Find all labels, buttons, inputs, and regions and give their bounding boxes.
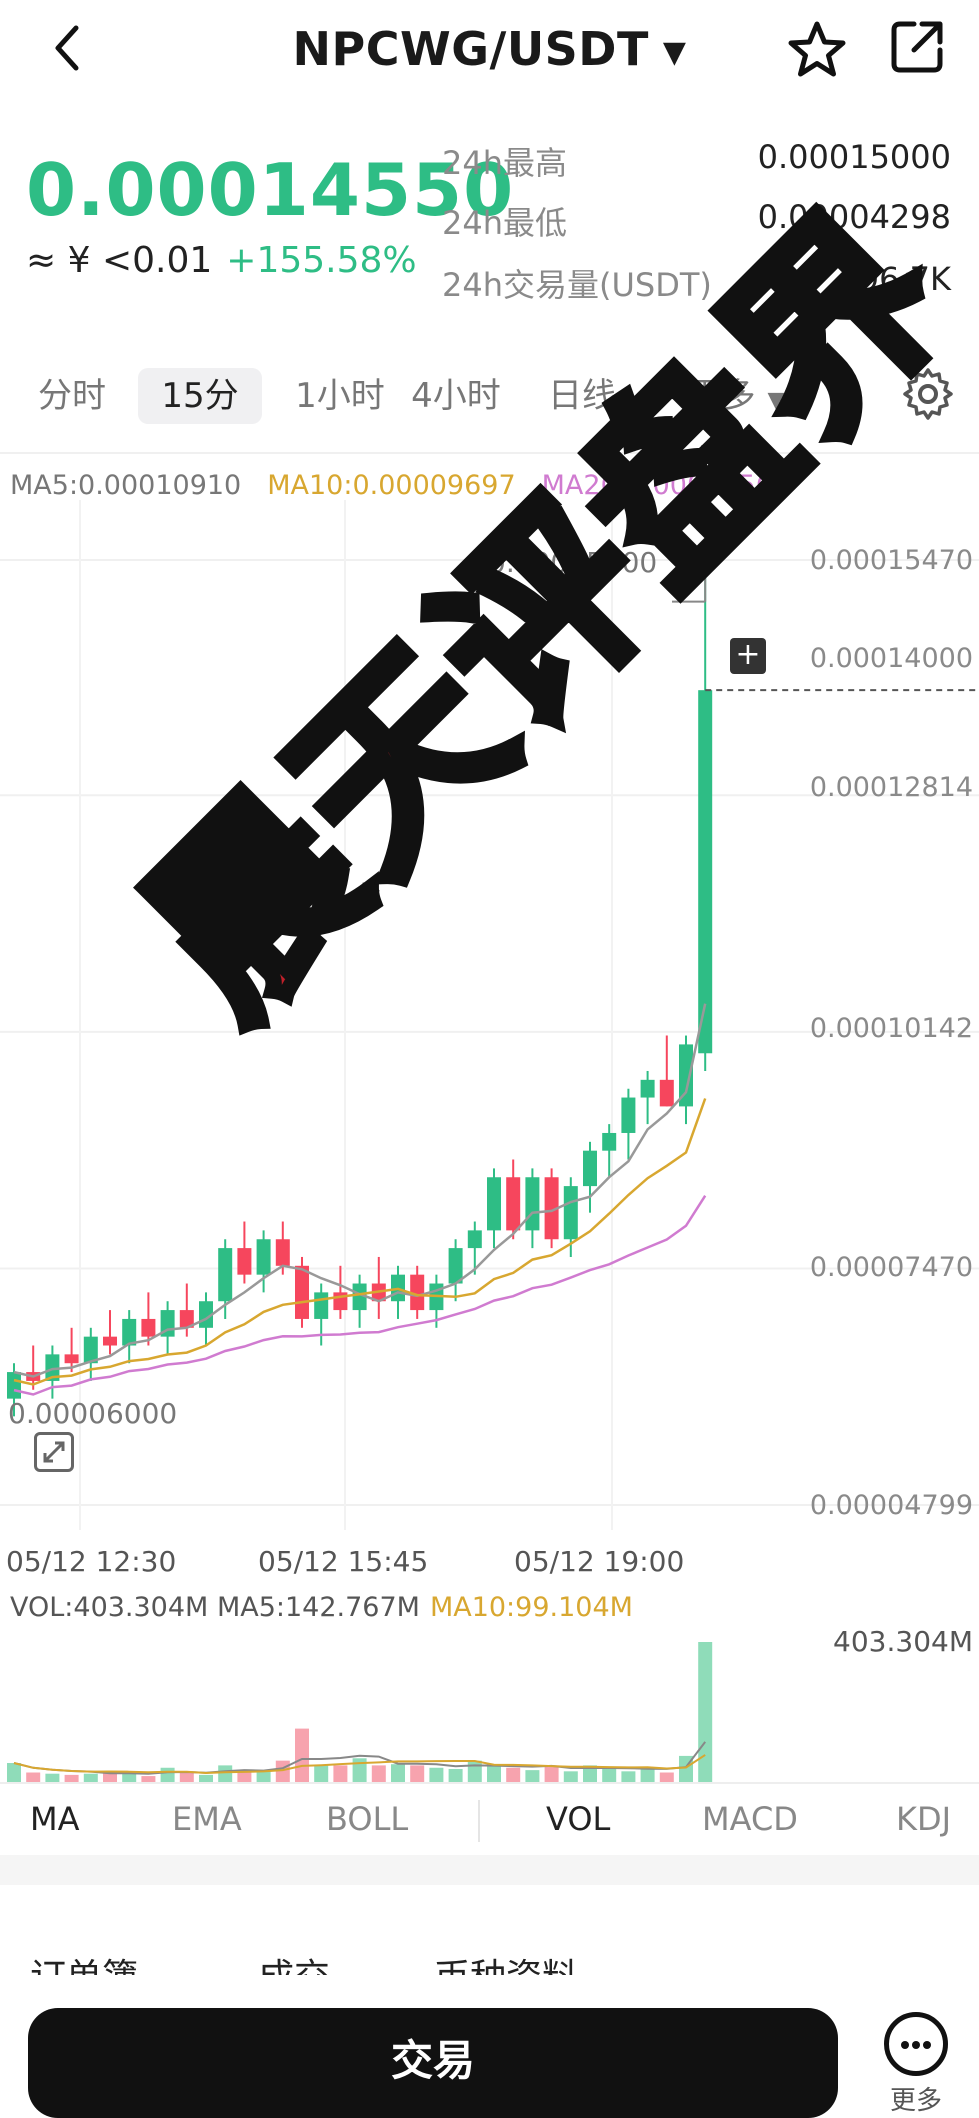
last-price: 0.00014550	[26, 148, 515, 232]
volume-bar-up	[429, 1767, 444, 1782]
left-price-marker: 0.00006000	[8, 1397, 178, 1430]
volume-bar-up	[448, 1768, 463, 1782]
candle-down	[141, 1318, 156, 1337]
trading-pair-title: NPCWG/USDT	[292, 22, 649, 76]
trade-button[interactable]: 交易	[28, 2008, 838, 2118]
indicator-separator	[478, 1800, 480, 1842]
stat-label-low: 24h最低	[442, 204, 568, 242]
indicator-tab-macd[interactable]: MACD	[702, 1800, 798, 1850]
candle-down	[295, 1265, 309, 1319]
indicator-tab-vol[interactable]: VOL	[546, 1800, 610, 1850]
tab-15min[interactable]: 15分	[138, 368, 262, 424]
candle-up	[7, 1372, 21, 1399]
volume-bar-down	[544, 1765, 559, 1782]
volume-bar-up	[83, 1773, 98, 1782]
favorite-star-icon[interactable]	[784, 18, 850, 84]
volume-chart[interactable]	[0, 1620, 979, 1785]
candle-down	[275, 1239, 290, 1266]
volume-bar-up	[160, 1767, 175, 1782]
vol-ma5-value: MA5:142.767M	[216, 1592, 420, 1623]
volume-bar-down	[410, 1765, 425, 1782]
volume-bar-up	[218, 1765, 233, 1782]
volume-bar-up	[467, 1760, 482, 1782]
volume-bar-up	[199, 1774, 213, 1782]
x-axis-label: 05/12 19:00	[514, 1545, 685, 1578]
candle-up	[122, 1318, 137, 1346]
top-nav-bar: NPCWG/USDT ▼	[0, 0, 979, 110]
volume-bar-down	[659, 1772, 674, 1782]
indicator-tab-boll[interactable]: BOLL	[326, 1800, 408, 1850]
volume-bar-up	[352, 1758, 367, 1782]
candle-up	[621, 1097, 636, 1133]
candle-up	[467, 1230, 482, 1249]
candle-up	[314, 1292, 329, 1319]
volume-bar-down	[506, 1767, 521, 1782]
candle-up	[218, 1248, 233, 1302]
tab-1h[interactable]: 1小时	[280, 368, 400, 424]
y-axis-label: 0.00004799	[809, 1490, 973, 1521]
indicator-tab-ema[interactable]: EMA	[172, 1800, 242, 1850]
candle-up	[563, 1186, 578, 1240]
tab-4h[interactable]: 4小时	[404, 368, 508, 424]
y-axis-label: 0.00010142	[809, 1013, 973, 1044]
candle-up	[640, 1079, 655, 1098]
candle-down	[506, 1177, 521, 1231]
candle-up	[602, 1132, 617, 1151]
volume-bar-down	[141, 1776, 156, 1782]
stat-label-high: 24h最高	[442, 144, 568, 182]
volume-bar-down	[179, 1772, 194, 1782]
section-divider	[0, 1855, 979, 1885]
volume-bar-up	[698, 1642, 713, 1782]
volume-bar-up	[391, 1764, 405, 1782]
indicator-tab-kdj[interactable]: KDJ	[896, 1800, 951, 1850]
more-label: 更多	[890, 2086, 943, 2116]
indicator-tab-ma[interactable]: MA	[30, 1800, 80, 1850]
volume-bar-up	[602, 1767, 617, 1782]
volume-bar-up	[314, 1765, 329, 1782]
approx-cny: ≈ ¥ <0.01	[26, 240, 213, 281]
candle-down	[237, 1248, 252, 1275]
candle-up	[698, 690, 713, 1054]
volume-legend: VOL:403.304M MA5:142.767M MA10:99.104M	[10, 1592, 633, 1623]
volume-bar-down	[371, 1765, 386, 1782]
candle-up	[256, 1239, 271, 1275]
candle-up	[583, 1150, 597, 1187]
share-icon[interactable]	[886, 16, 948, 78]
caret-down-icon: ▼	[662, 35, 687, 70]
more-options-icon[interactable]	[884, 2012, 948, 2076]
volume-bar-up	[487, 1765, 501, 1782]
volume-bar-up	[621, 1771, 636, 1782]
volume-bar-up	[7, 1763, 21, 1782]
tab-line[interactable]: 分时	[30, 368, 114, 424]
candle-down	[103, 1336, 117, 1346]
candle-up	[448, 1248, 463, 1284]
y-axis-label: 0.00007470	[809, 1252, 973, 1283]
volume-bar-down	[26, 1772, 41, 1782]
crosshair-plus-icon[interactable]: +	[730, 638, 766, 674]
candle-up	[487, 1177, 501, 1231]
volume-bar-down	[64, 1774, 79, 1782]
candle-down	[64, 1354, 79, 1364]
volume-bar-up	[640, 1767, 655, 1782]
ma10-line	[13, 1098, 707, 1386]
volume-bar-up	[525, 1770, 540, 1782]
volume-bar-up	[45, 1773, 60, 1782]
candle-down	[659, 1079, 674, 1107]
y-axis-label: 0.00014000	[809, 643, 973, 674]
candle-up	[525, 1177, 540, 1231]
volume-bar-down	[333, 1765, 348, 1782]
vol-value: VOL:403.304M	[10, 1592, 209, 1623]
volume-bar-up	[563, 1771, 578, 1782]
y-axis-label: 0.00012814	[809, 772, 973, 803]
fullscreen-expand-icon[interactable]	[34, 1432, 74, 1472]
volume-bar-down	[295, 1728, 309, 1782]
x-axis-label: 05/12 12:30	[6, 1545, 177, 1578]
ma5-value: MA5:0.00010910	[10, 470, 242, 501]
change-percent: +155.58%	[226, 240, 417, 281]
vol-ma10-value: MA10:99.104M	[429, 1592, 633, 1623]
price-cny-change: ≈ ¥ <0.01 +155.58%	[26, 240, 417, 281]
x-axis-label: 05/12 15:45	[258, 1545, 429, 1578]
y-axis-label: 0.00015470	[809, 545, 973, 576]
